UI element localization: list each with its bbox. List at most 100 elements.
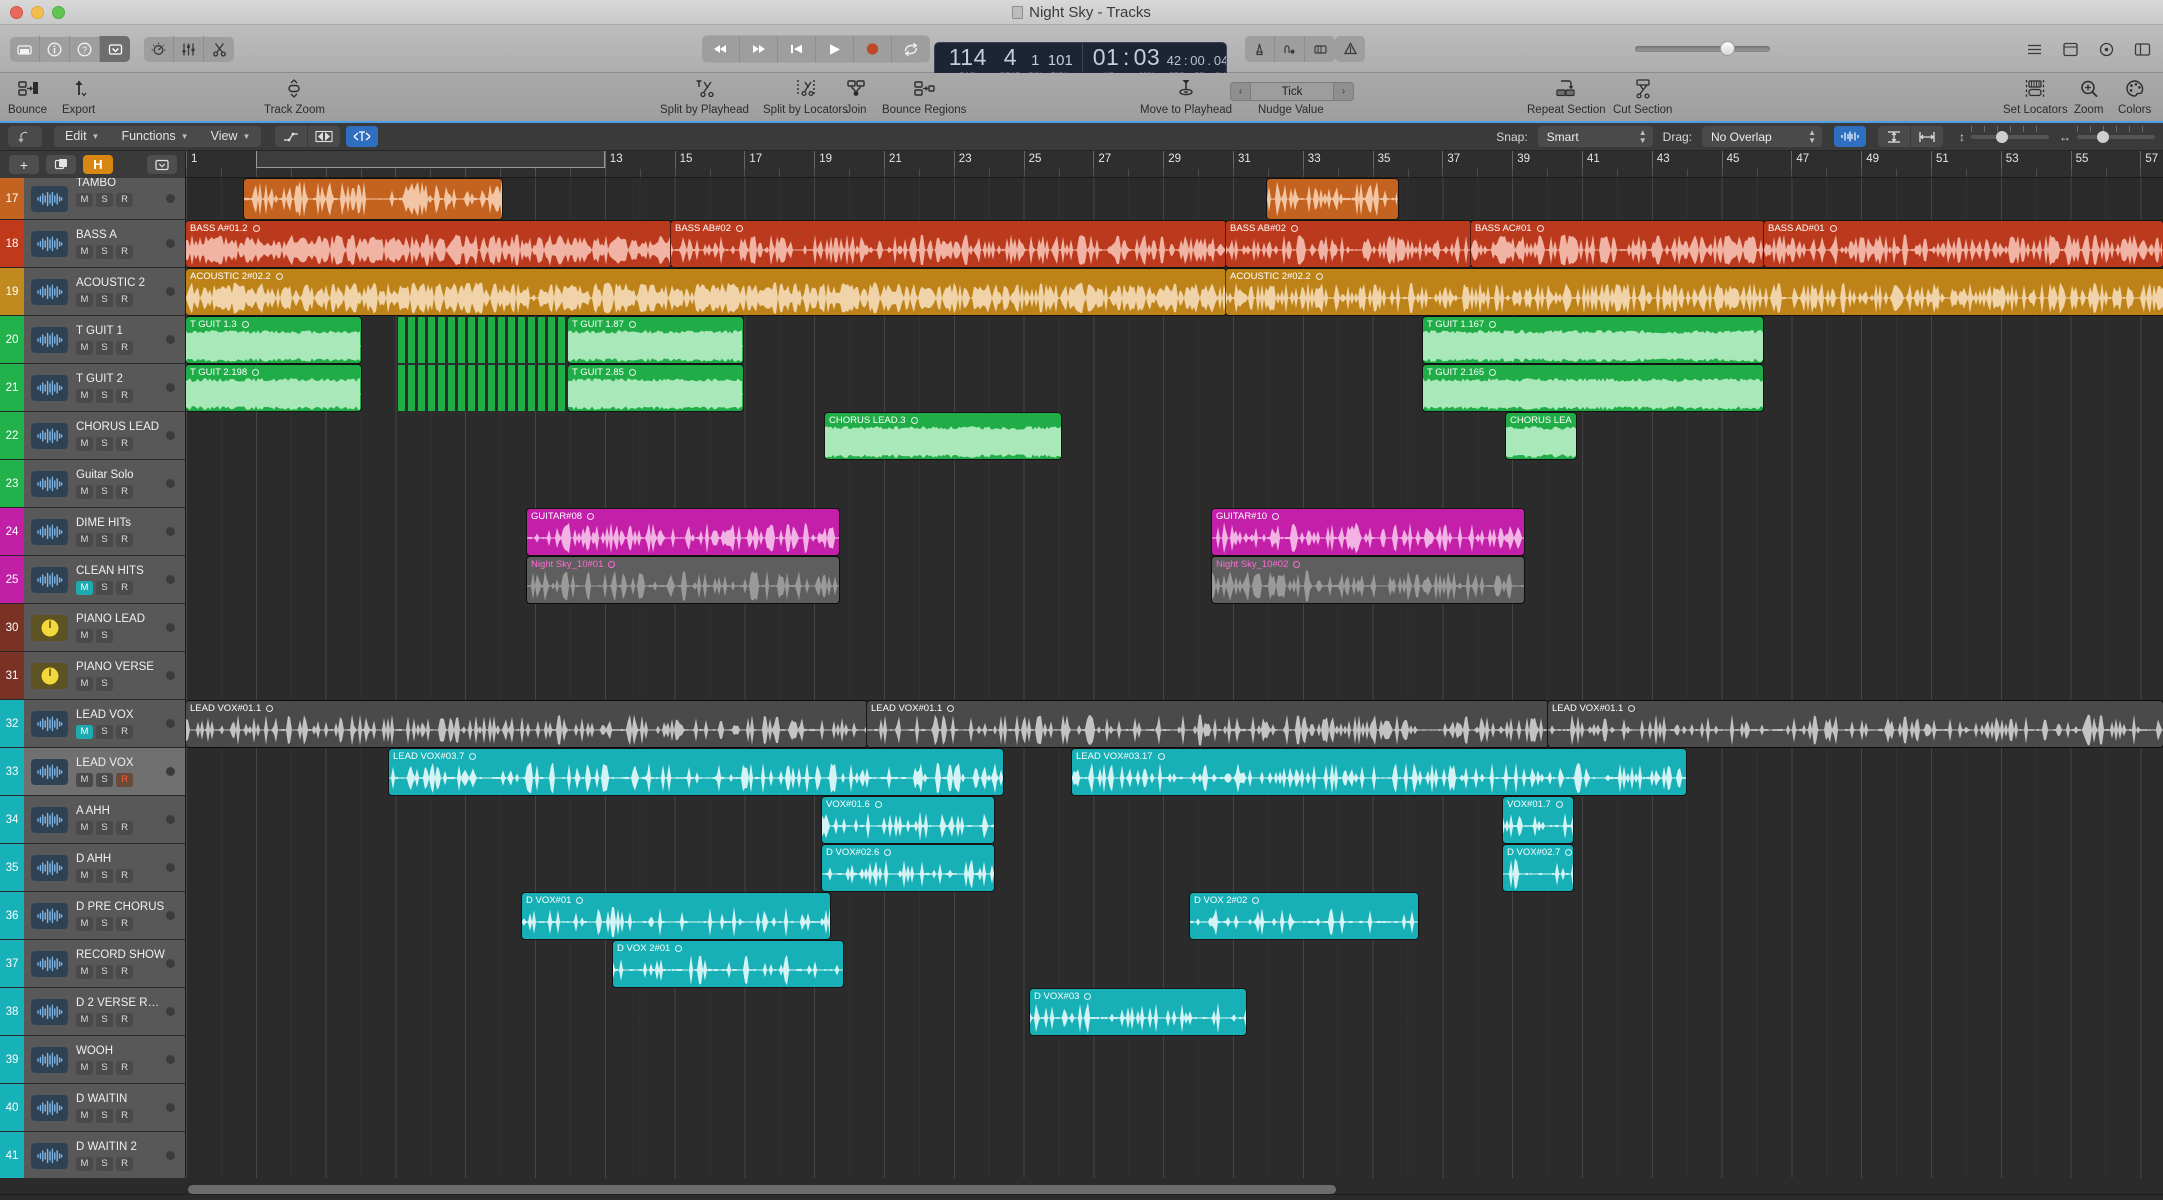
region[interactable]: GUITAR#10 xyxy=(1212,509,1524,555)
track-header-19[interactable]: 19 ACOUSTIC 2 MSR xyxy=(0,268,185,316)
toolbar-nudge-value-button[interactable]: Nudge Value xyxy=(1258,77,1324,116)
vertical-zoom-knob[interactable] xyxy=(1996,130,2009,143)
track-header-30[interactable]: 30 PIANO LEAD M S xyxy=(0,604,185,652)
track-header-21[interactable]: 21 T GUIT 2 MSR xyxy=(0,364,185,412)
play-icon[interactable] xyxy=(816,35,854,63)
vertical-zoom-icon[interactable] xyxy=(1878,126,1910,147)
master-volume-slider[interactable] xyxy=(1635,41,1770,56)
track-name[interactable]: ACOUSTIC 2 xyxy=(76,277,166,290)
region-loop-icon[interactable] xyxy=(1084,993,1092,1000)
track-name[interactable]: BASS A xyxy=(76,229,166,242)
solo-button[interactable]: S xyxy=(96,192,113,207)
track-record-dot[interactable] xyxy=(166,383,175,392)
horizontal-zoom-icon[interactable] xyxy=(1911,126,1943,147)
record-enable-button[interactable]: R xyxy=(116,772,133,787)
loop-browser-icon[interactable] xyxy=(2095,38,2117,60)
record-enable-button[interactable]: R xyxy=(116,484,133,499)
mute-button[interactable]: M xyxy=(76,244,93,259)
flex-icon[interactable] xyxy=(308,126,341,147)
track-header-23[interactable]: 23 Guitar Solo M S R xyxy=(0,460,185,508)
track-number-badge[interactable]: 22 xyxy=(0,412,24,459)
region-loop-icon[interactable] xyxy=(910,417,918,424)
track-name[interactable]: TAMBO xyxy=(76,178,166,190)
track-record-dot[interactable] xyxy=(166,623,175,632)
track-record-dot[interactable] xyxy=(166,1055,175,1064)
track-name[interactable]: A AHH xyxy=(76,805,166,818)
audio-waveform-icon[interactable] xyxy=(31,470,68,497)
track-header-35[interactable]: 35 D AHH M S R xyxy=(0,844,185,892)
mute-button[interactable]: M xyxy=(76,340,93,355)
mute-button[interactable]: M xyxy=(76,436,93,451)
region[interactable]: Night Sky_10#02 xyxy=(1212,557,1524,603)
track-name[interactable]: Guitar Solo xyxy=(76,469,166,482)
track-number-badge[interactable]: 34 xyxy=(0,796,24,843)
solo-button[interactable]: S xyxy=(96,1108,113,1123)
toolbar-track-zoom-button[interactable]: Track Zoom xyxy=(264,77,325,116)
catch-playhead-icon[interactable] xyxy=(346,126,379,147)
region[interactable]: D VOX#01 xyxy=(522,893,830,939)
region[interactable]: T GUIT 1.87 xyxy=(398,317,743,363)
track-record-dot[interactable] xyxy=(166,1103,175,1112)
metronome-icon[interactable] xyxy=(1245,36,1275,62)
mute-button[interactable]: M xyxy=(76,1156,93,1171)
mute-button[interactable]: M xyxy=(76,1060,93,1075)
track-number-badge[interactable]: 36 xyxy=(0,892,24,939)
track-number-badge[interactable]: 25 xyxy=(0,556,24,603)
vertical-zoom-slider[interactable] xyxy=(1971,125,2049,143)
track-number-badge[interactable]: 24 xyxy=(0,508,24,555)
track-header-18[interactable]: 18 BASS A MSR xyxy=(0,220,185,268)
track-record-dot[interactable] xyxy=(166,479,175,488)
region-loop-icon[interactable] xyxy=(266,705,274,712)
rewind-icon[interactable] xyxy=(702,35,740,63)
track-record-dot[interactable] xyxy=(166,239,175,248)
solo-button[interactable]: S xyxy=(96,1012,113,1027)
mute-button[interactable]: M xyxy=(76,192,93,207)
record-enable-button[interactable]: R xyxy=(116,1012,133,1027)
track-number-badge[interactable]: 19 xyxy=(0,268,24,315)
region[interactable]: LEAD VOX#01.1 xyxy=(1548,701,2163,747)
region-loop-icon[interactable] xyxy=(735,225,743,232)
track-header-33[interactable]: 33 LEAD VOX M S R xyxy=(0,748,185,796)
track-number-badge[interactable]: 21 xyxy=(0,364,24,411)
track-name[interactable]: LEAD VOX xyxy=(76,757,166,770)
track-record-dot[interactable] xyxy=(166,1151,175,1160)
piano-knob-icon[interactable] xyxy=(31,614,68,641)
track-number-badge[interactable]: 38 xyxy=(0,988,24,1035)
track-header-38[interactable]: 38 D 2 VERSE RESP M S R xyxy=(0,988,185,1036)
region-loop-icon[interactable] xyxy=(1489,369,1497,376)
tuner-icon[interactable] xyxy=(1335,36,1365,62)
audio-waveform-icon[interactable] xyxy=(31,902,68,929)
track-number-badge[interactable]: 39 xyxy=(0,1036,24,1083)
track-config-icon[interactable] xyxy=(147,155,177,174)
track-record-dot[interactable] xyxy=(166,431,175,440)
track-header-37[interactable]: 37 RECORD SHOW M S R xyxy=(0,940,185,988)
toolbar-export-button[interactable]: Export xyxy=(62,77,95,116)
region[interactable]: CHORUS LEAD.3 xyxy=(825,413,1061,459)
record-enable-button[interactable]: R xyxy=(116,820,133,835)
track-name[interactable]: D PRE CHORUS xyxy=(76,901,166,914)
region[interactable]: T GUIT 1.167 xyxy=(1423,317,1763,363)
add-track-button[interactable]: + xyxy=(9,155,39,174)
track-number-badge[interactable]: 30 xyxy=(0,604,24,651)
audio-waveform-icon[interactable] xyxy=(31,758,68,785)
region[interactable]: BASS AC#01 xyxy=(1471,221,1764,267)
audio-waveform-icon[interactable] xyxy=(31,1142,68,1169)
solo-button[interactable]: S xyxy=(96,868,113,883)
track-header-22[interactable]: 22 CHORUS LEAD M S R xyxy=(0,412,185,460)
piano-knob-icon[interactable] xyxy=(31,662,68,689)
track-name[interactable]: CHORUS LEAD xyxy=(76,421,166,434)
track-record-dot[interactable] xyxy=(166,863,175,872)
region-loop-icon[interactable] xyxy=(1157,753,1165,760)
forward-icon[interactable] xyxy=(740,35,778,63)
track-header-25[interactable]: 25 CLEAN HITS M S R xyxy=(0,556,185,604)
region[interactable]: D VOX#03 xyxy=(1030,989,1246,1035)
audio-waveform-icon[interactable] xyxy=(31,998,68,1025)
region[interactable]: LEAD VOX#01.1 xyxy=(867,701,1548,747)
mute-button[interactable]: M xyxy=(76,292,93,307)
region[interactable]: LEAD VOX#03.17 xyxy=(1072,749,1686,795)
toolbar-bounce-button[interactable]: Bounce xyxy=(8,77,47,116)
solo-button[interactable]: S xyxy=(96,532,113,547)
region-loop-icon[interactable] xyxy=(241,321,249,328)
record-icon[interactable] xyxy=(854,35,892,63)
track-record-dot[interactable] xyxy=(166,959,175,968)
